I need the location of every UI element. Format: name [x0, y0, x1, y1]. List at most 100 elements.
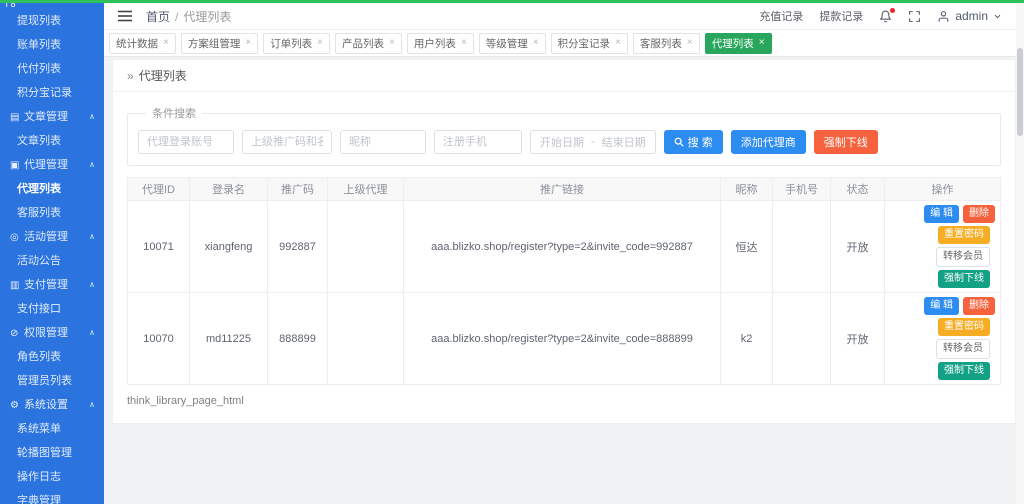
tab-close-icon[interactable]: × [317, 38, 323, 48]
tab[interactable]: 方案组管理 × [180, 32, 259, 54]
transfer-member-button[interactable]: 转移会员 [936, 339, 990, 359]
delete-button[interactable]: 删除 [963, 205, 995, 223]
page-scrollbar[interactable] [1016, 0, 1024, 504]
agent-account-input[interactable] [138, 130, 234, 154]
force-offline-button[interactable]: 强制下线 [938, 362, 990, 380]
chevron-up-icon: ∧ [89, 280, 95, 289]
tab-close-icon[interactable]: × [461, 38, 467, 48]
search-icon [674, 137, 684, 147]
username: admin [955, 9, 988, 23]
column-header: 上级代理 [327, 177, 404, 201]
top-bar: 首页 / 代理列表 充值记录 提款记录 admin [104, 3, 1016, 30]
agent-icon: ▣ [10, 160, 20, 171]
sidebar-item-label: 轮播图管理 [17, 447, 72, 459]
parent-promo-code-input[interactable] [242, 130, 332, 154]
top-right-actions: 充值记录 提款记录 admin [759, 7, 1002, 24]
edit-button[interactable]: 编 辑 [924, 297, 959, 315]
reset-password-button[interactable]: 重置密码 [938, 226, 990, 244]
main-area: 首页 / 代理列表 充值记录 提款记录 admin 统计数据 × 方案组管理 × 订… [104, 3, 1016, 504]
add-agent-button[interactable]: 添加代理商 [730, 130, 806, 154]
sidebar-item[interactable]: 文章列表 [0, 129, 104, 153]
sidebar-item-label: 代理列表 [17, 183, 61, 195]
sidebar-group-item[interactable]: ▥ 支付管理 ∧ [0, 273, 104, 297]
sidebar-item[interactable]: 操作日志 [0, 465, 104, 489]
sidebar-group-item[interactable]: ▣ 代理管理 ∧ [0, 153, 104, 177]
article-icon: ▤ [10, 112, 20, 123]
sidebar-item[interactable]: 管理员列表 [0, 369, 104, 393]
chevron-up-icon: ∧ [89, 328, 95, 337]
sidebar-item[interactable]: 字典管理 [0, 489, 104, 504]
phone-input[interactable] [434, 130, 522, 154]
tab[interactable]: 产品列表 × [335, 32, 402, 54]
tab[interactable]: 积分宝记录 × [550, 32, 628, 54]
filter-legend: 条件搜索 [152, 108, 196, 120]
sidebar-item[interactable]: 客服列表 [0, 201, 104, 225]
activity-icon: ◎ [10, 232, 19, 243]
tab[interactable]: 用户列表 × [406, 32, 474, 54]
column-header: 操作 [884, 177, 1001, 201]
tab-close-icon[interactable]: × [687, 38, 693, 48]
tab-close-icon[interactable]: × [759, 38, 765, 48]
date-range-input[interactable]: 开始日期 - 结束日期 [530, 130, 656, 154]
tab-close-icon[interactable]: × [163, 38, 169, 48]
sidebar-item[interactable]: 轮播图管理 [0, 441, 104, 465]
tab-close-icon[interactable]: × [245, 38, 251, 48]
force-offline-button[interactable]: 强制下线 [938, 270, 990, 288]
agent-list-card: » 代理列表 条件搜索 开始日期 - 结束日期 搜 索 [112, 59, 1016, 424]
permission-icon: ⊘ [10, 328, 19, 339]
sidebar-item-label: 账单列表 [17, 39, 61, 51]
tab-label: 订单列表 [270, 37, 313, 50]
page-scrollbar-thumb[interactable] [1017, 48, 1023, 136]
tab[interactable]: 客服列表 × [632, 32, 700, 54]
sidebar-item[interactable]: 积分宝记录 [0, 81, 104, 105]
sidebar-item[interactable]: 账单列表 [0, 33, 104, 57]
sidebar-group-item[interactable]: ◎ 活动管理 ∧ [0, 225, 104, 249]
tab-close-icon[interactable]: × [533, 38, 539, 48]
search-button[interactable]: 搜 索 [663, 130, 723, 154]
tab-close-icon[interactable]: × [615, 38, 621, 48]
sidebar-item[interactable]: 活动公告 [0, 249, 104, 273]
sidebar-item[interactable]: 角色列表 [0, 345, 104, 369]
breadcrumb-home[interactable]: 首页 [146, 10, 170, 24]
edit-button[interactable]: 编 辑 [924, 205, 959, 223]
tab[interactable]: 代理列表 × [704, 32, 772, 54]
section-header: » 代理列表 [113, 60, 1015, 92]
notification-bell-icon[interactable] [879, 7, 896, 23]
settings-icon: ⚙ [10, 400, 19, 411]
cell-agent-id: 10070 [127, 292, 190, 385]
table-body: 10071 xiangfeng 992887 aaa.blizko.shop/r… [127, 200, 1001, 385]
sidebar-group-label: 权限管理 [24, 327, 68, 339]
reset-password-button[interactable]: 重置密码 [938, 318, 990, 336]
transfer-member-button[interactable]: 转移会员 [936, 247, 990, 267]
sidebar-menu: 提现列表 账单列表 代付列表 积分宝记录 ▤ 文章管理 ∧ 文章列表 ▣ 代理管理 … [0, 9, 104, 504]
tab[interactable]: 统计数据 × [109, 32, 176, 54]
hamburger-menu-icon[interactable] [118, 10, 132, 22]
user-menu[interactable]: admin [937, 9, 1002, 23]
delete-button[interactable]: 删除 [963, 297, 995, 315]
tab-close-icon[interactable]: × [389, 38, 395, 48]
withdraw-records-link[interactable]: 提款记录 [819, 8, 863, 24]
fullscreen-icon[interactable] [908, 10, 921, 23]
cell-login-name: md11225 [189, 292, 268, 385]
recharge-records-link[interactable]: 充值记录 [759, 8, 803, 24]
breadcrumb: 首页 / 代理列表 [146, 8, 231, 25]
tab[interactable]: 等级管理 × [478, 32, 546, 54]
sidebar-group-item[interactable]: ⚙ 系统设置 ∧ [0, 393, 104, 417]
nickname-input[interactable] [340, 130, 426, 154]
tab[interactable]: 订单列表 × [263, 32, 331, 54]
cell-status: 开放 [830, 200, 885, 293]
cell-parent-agent [327, 200, 404, 293]
sidebar-group-label: 活动管理 [24, 231, 68, 243]
sidebar-item[interactable]: 系统菜单 [0, 417, 104, 441]
sidebar-group-label: 文章管理 [24, 111, 68, 123]
sidebar-group-item[interactable]: ⊘ 权限管理 ∧ [0, 321, 104, 345]
column-header: 状态 [830, 177, 885, 201]
tab-label: 积分宝记录 [557, 37, 611, 50]
sidebar-item[interactable]: 提现列表 [0, 9, 104, 33]
force-offline-all-button[interactable]: 强制下线 [813, 130, 878, 154]
sidebar-item[interactable]: 支付接口 [0, 297, 104, 321]
sidebar-group-item[interactable]: ▤ 文章管理 ∧ [0, 105, 104, 129]
cell-nickname: k2 [720, 292, 773, 385]
sidebar-item[interactable]: 代理列表 [0, 177, 104, 201]
sidebar-item[interactable]: 代付列表 [0, 57, 104, 81]
